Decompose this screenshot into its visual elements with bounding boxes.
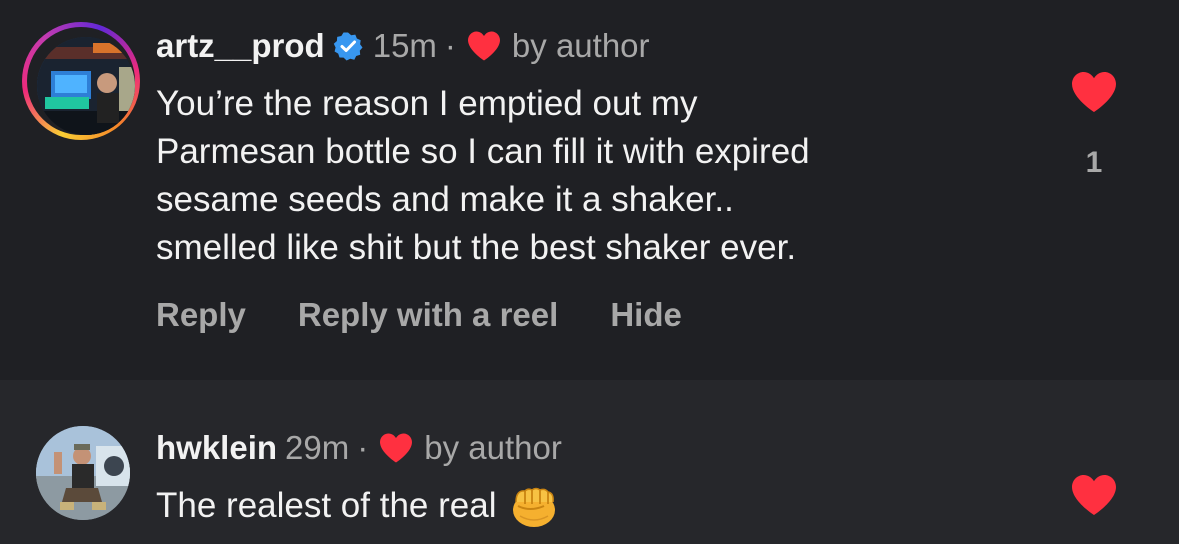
comment-text-line: sesame seeds and make it a shaker.. xyxy=(156,180,734,219)
like-heart-icon[interactable] xyxy=(1070,70,1118,114)
timestamp: 29m xyxy=(285,429,350,466)
comment-text-line: The realest of the real xyxy=(156,486,497,525)
separator-dot: · xyxy=(357,429,369,466)
hide-button[interactable]: Hide xyxy=(610,296,682,334)
comment-text: The realest of the real xyxy=(156,482,558,530)
fist-emoji-icon xyxy=(510,482,558,530)
liked-by-author-label: by author xyxy=(511,27,650,64)
like-heart-icon[interactable] xyxy=(1070,473,1118,517)
comment-item: hwklein 29m · by author The realest of t… xyxy=(0,380,1179,544)
heart-icon xyxy=(378,432,414,464)
comment-text: You’re the reason I emptied out my Parme… xyxy=(156,80,810,272)
comment-item: artz__prod 15m · by author You’re the re… xyxy=(0,0,1179,380)
comment-header: hwklein 29m · by author xyxy=(156,426,562,470)
timestamp: 15m xyxy=(372,27,437,64)
heart-icon xyxy=(466,30,502,62)
comment-header: artz__prod 15m · by author xyxy=(156,24,650,68)
username[interactable]: artz__prod xyxy=(156,27,325,65)
story-ring[interactable] xyxy=(22,22,140,140)
reply-with-reel-button[interactable]: Reply with a reel xyxy=(298,296,558,334)
comment-text-line: smelled like shit but the best shaker ev… xyxy=(156,228,797,267)
separator-dot: · xyxy=(444,27,456,64)
comment-text-line: Parmesan bottle so I can fill it with ex… xyxy=(156,132,810,171)
avatar[interactable] xyxy=(37,37,135,135)
comment-text-line: You’re the reason I emptied out my xyxy=(156,84,698,123)
verified-badge-icon xyxy=(333,31,363,61)
liked-by-author-label: by author xyxy=(424,429,562,466)
comment-actions: Reply Reply with a reel Hide xyxy=(156,296,734,334)
username[interactable]: hwklein xyxy=(156,429,277,467)
reply-button[interactable]: Reply xyxy=(156,296,246,334)
avatar[interactable] xyxy=(36,426,130,520)
like-count: 1 xyxy=(1085,146,1103,179)
